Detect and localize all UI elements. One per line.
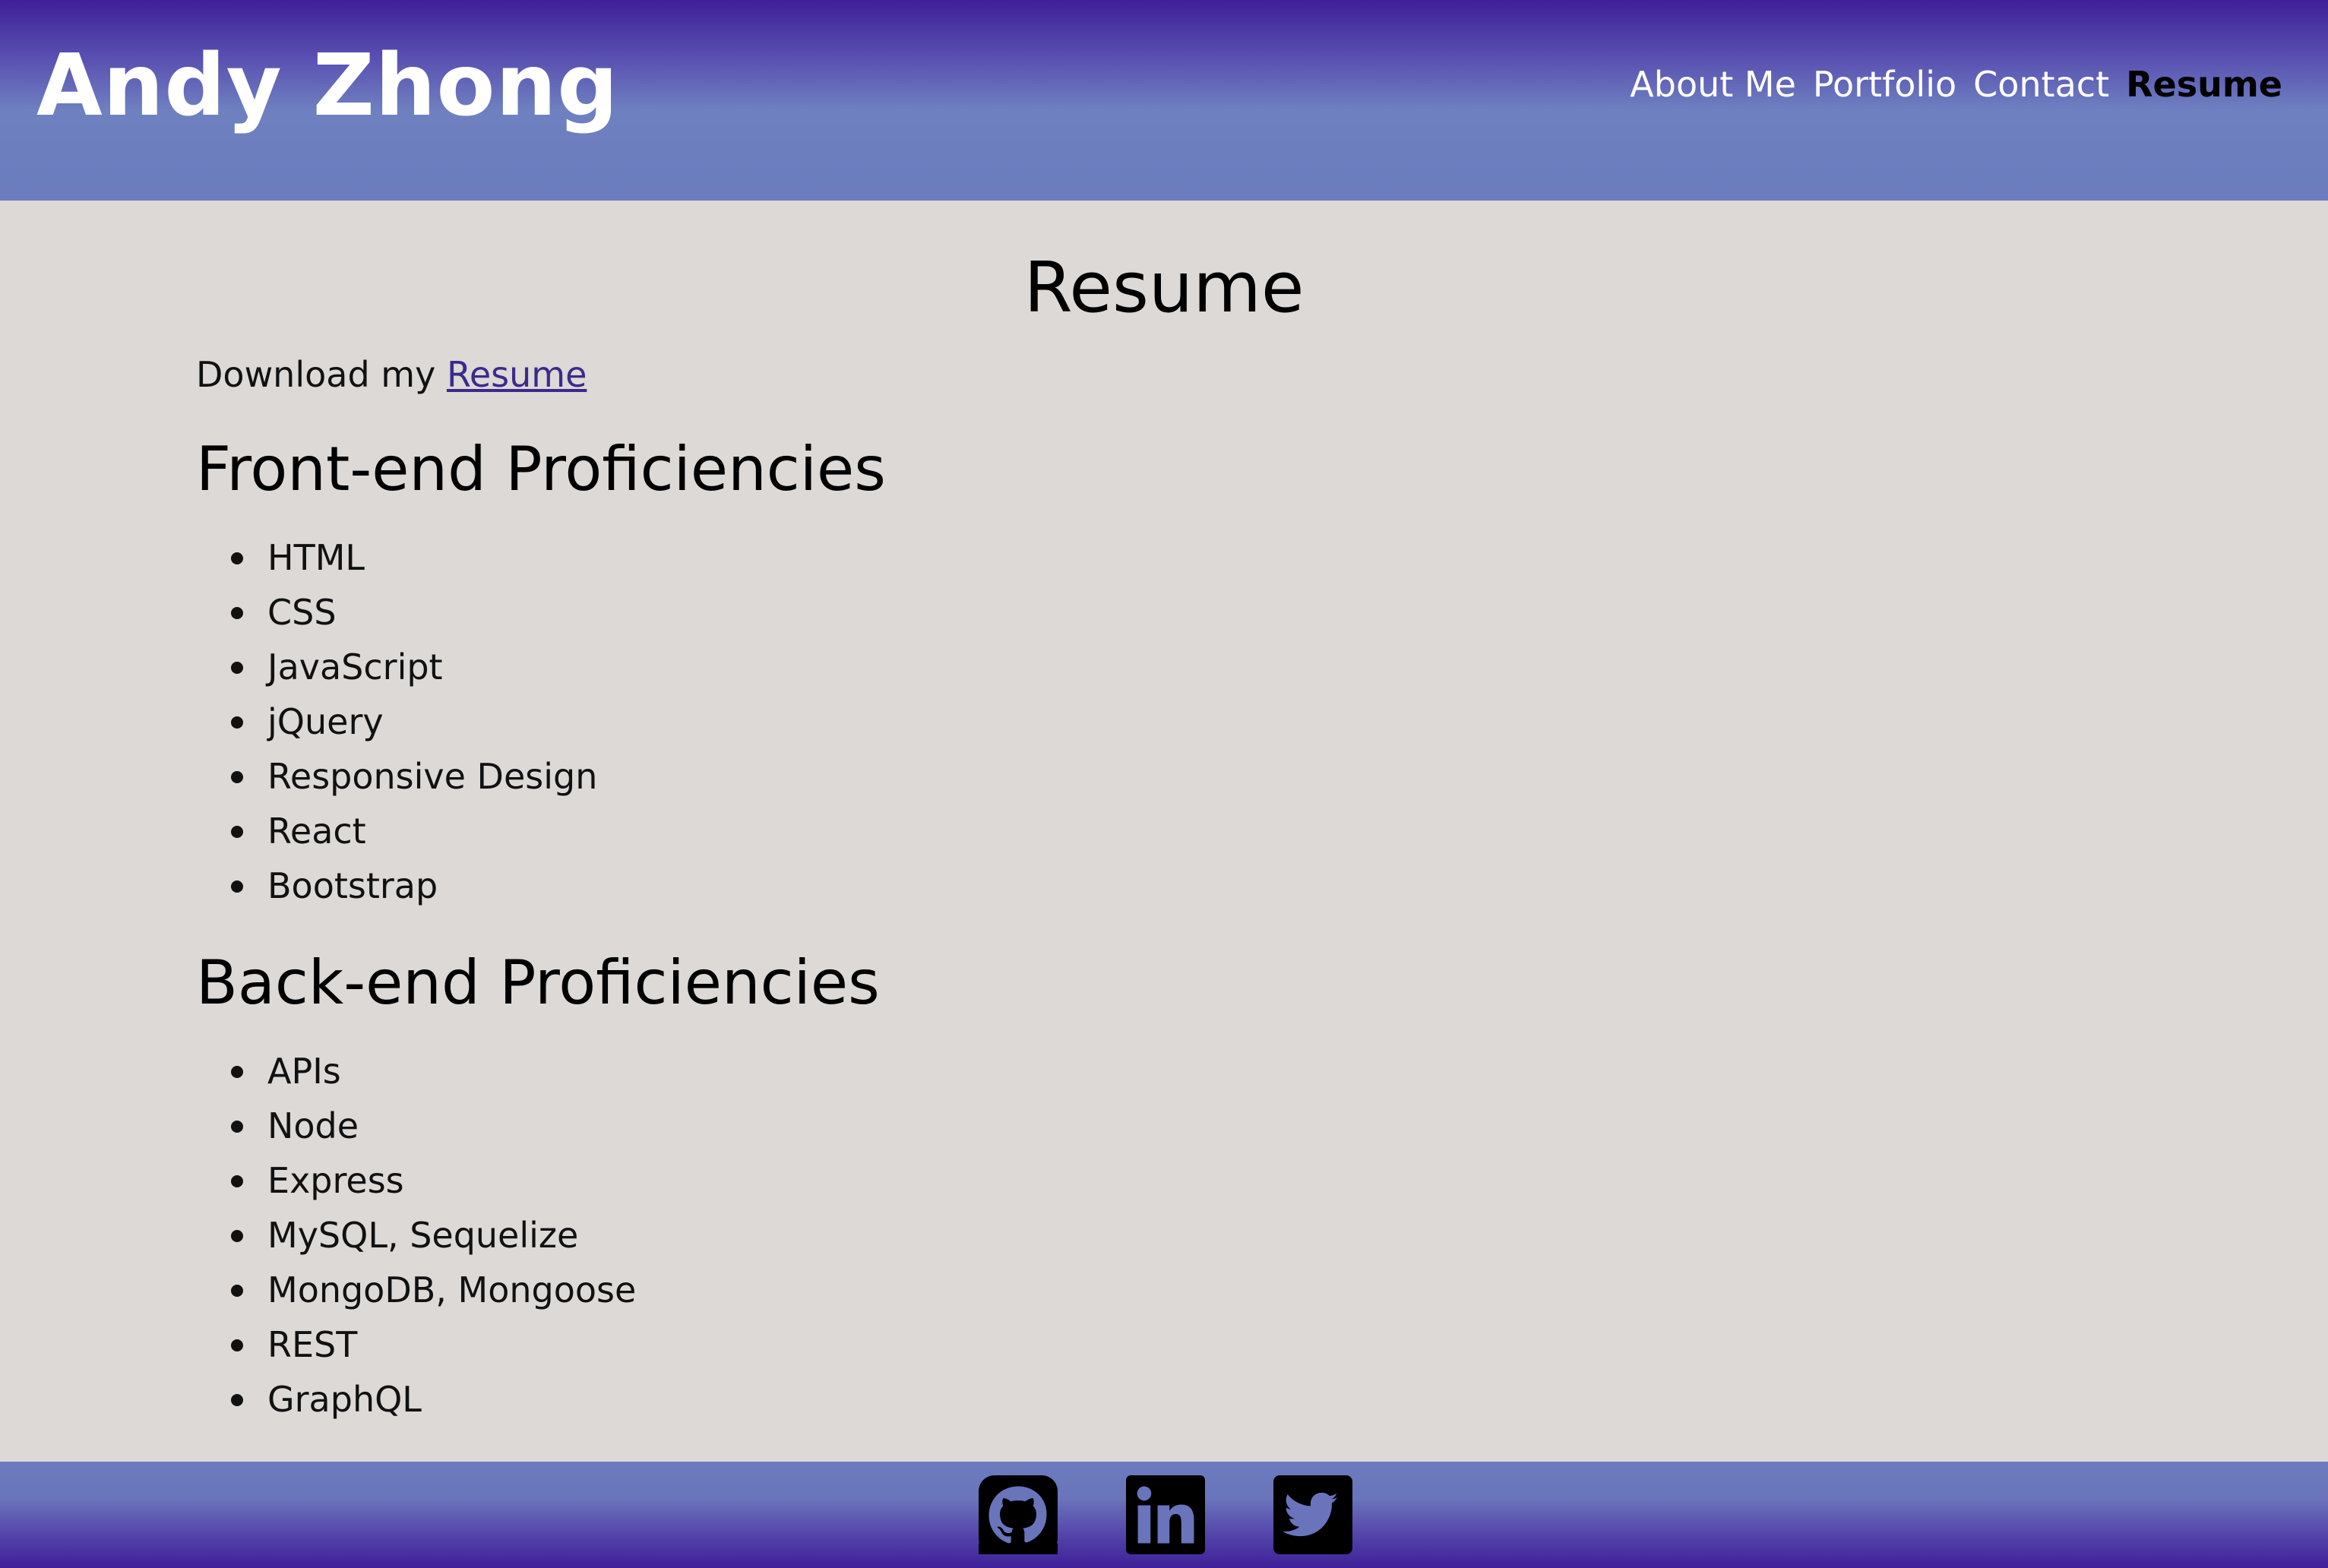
main-content: Resume Download my Resume Front-end Prof… [0, 201, 2328, 1462]
list-item: React [196, 804, 597, 858]
list-item: Node [196, 1099, 636, 1153]
twitter-link[interactable] [1273, 1475, 1352, 1554]
list-item: MySQL, Sequelize [196, 1208, 636, 1263]
site-title[interactable]: Andy Zhong [36, 35, 618, 137]
nav-contact[interactable]: Contact [1973, 62, 2109, 106]
list-item: Express [196, 1153, 636, 1208]
frontend-list: HTML CSS JavaScript jQuery Responsive De… [196, 530, 597, 913]
backend-heading: Back-end Proficiencies [196, 947, 880, 1018]
page-title: Resume [1023, 247, 1305, 328]
list-item: Bootstrap [196, 858, 597, 913]
site-header: Andy Zhong About Me Portfolio Contact Re… [0, 0, 2328, 201]
linkedin-link[interactable] [1126, 1475, 1205, 1554]
linkedin-icon [1126, 1475, 1205, 1554]
nav-about-me[interactable]: About Me [1630, 62, 1796, 106]
list-item: jQuery [196, 694, 597, 749]
list-item: REST [196, 1317, 636, 1372]
list-item: CSS [196, 585, 597, 640]
list-item: JavaScript [196, 640, 597, 694]
github-icon [979, 1475, 1058, 1554]
list-item: MongoDB, Mongoose [196, 1263, 636, 1317]
download-prefix: Download my [196, 354, 436, 395]
backend-list: APIs Node Express MySQL, Sequelize Mongo… [196, 1044, 636, 1427]
main-nav: About Me Portfolio Contact Resume [1630, 62, 2282, 106]
nav-resume[interactable]: Resume [2126, 62, 2282, 106]
nav-portfolio[interactable]: Portfolio [1813, 62, 1956, 106]
list-item: Responsive Design [196, 749, 597, 804]
list-item: GraphQL [196, 1372, 636, 1427]
download-line: Download my Resume [196, 352, 587, 398]
frontend-heading: Front-end Proficiencies [196, 434, 886, 504]
resume-download-link[interactable]: Resume [447, 354, 587, 395]
list-item: HTML [196, 530, 597, 585]
site-footer [0, 1462, 2328, 1568]
github-link[interactable] [979, 1475, 1058, 1554]
twitter-icon [1273, 1475, 1352, 1554]
list-item: APIs [196, 1044, 636, 1099]
